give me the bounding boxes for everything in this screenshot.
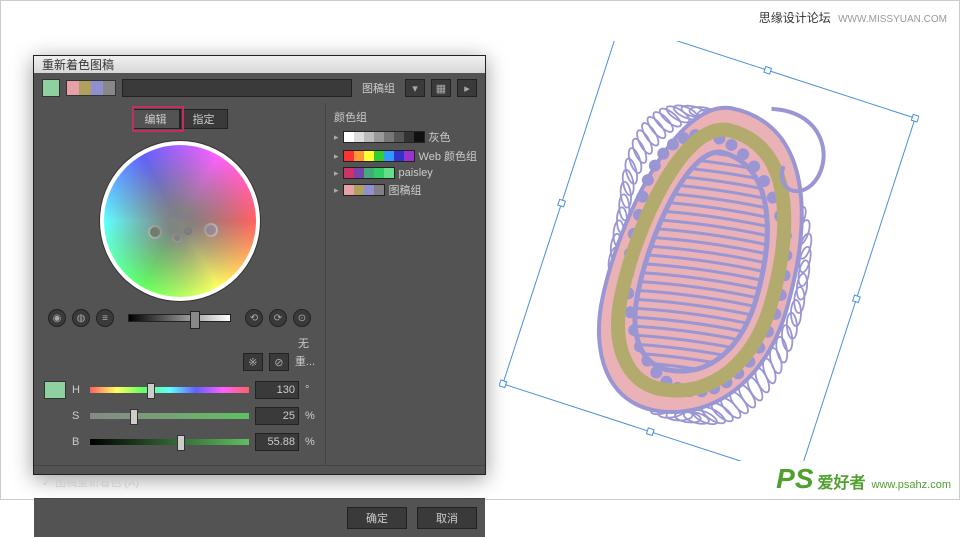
hue-input[interactable] xyxy=(255,381,299,399)
selection-handle[interactable] xyxy=(647,428,655,436)
artwork-canvas[interactable] xyxy=(499,41,919,461)
lock-icon[interactable]: ⊙ xyxy=(293,309,311,327)
color-group-row[interactable]: ▸ paisley xyxy=(334,167,477,179)
watermark-bottom: PS 爱好者 www.psahz.com xyxy=(776,463,951,495)
group-name-label: 图稿组 xyxy=(389,182,422,198)
group-swatch-strip xyxy=(343,184,385,196)
watermark-zh: 爱好者 xyxy=(818,469,866,493)
watermark-bottom-url: www.psahz.com xyxy=(872,479,951,491)
bars-icon[interactable]: ≡ xyxy=(96,309,114,327)
wheel-mode-controls: ◉ ◍ ≡ ⟲ ⟳ ⊙ xyxy=(44,301,315,335)
cancel-button[interactable]: 取消 xyxy=(417,507,477,529)
sat-unit: % xyxy=(305,410,315,422)
unlink-icon[interactable]: ⟳ xyxy=(269,309,287,327)
brightness-input[interactable] xyxy=(255,433,299,451)
left-panel: 编辑 指定 ◉ ◍ ≡ ⟲ ⟳ ⊙ 无 xyxy=(34,103,325,465)
group-name-label: 灰色 xyxy=(429,129,451,145)
selection-handle[interactable] xyxy=(558,199,566,207)
saturation-slider[interactable] xyxy=(90,413,249,419)
paisley-artwork[interactable] xyxy=(572,77,833,444)
watermark-top: 思缘设计论坛 WWW.MISSYUAN.COM xyxy=(759,9,947,26)
color-groups-panel: 颜色组 ▸ 灰色 ▸ Web 颜色组 ▸ paisley ▸ 图稿组 xyxy=(325,103,485,465)
hue-unit: ° xyxy=(305,384,315,396)
sat-label: S xyxy=(72,410,84,422)
smooth-wheel-icon[interactable]: ◉ xyxy=(48,309,66,327)
hue-label: H xyxy=(72,384,84,396)
color-group-row[interactable]: ▸ 灰色 xyxy=(334,129,477,145)
saturation-input[interactable] xyxy=(255,407,299,425)
recolor-checkbox-row: ✓ 图稿重新着色 (A) xyxy=(34,465,485,498)
artwork-swatches[interactable] xyxy=(66,80,116,96)
tab-assign[interactable]: 指定 xyxy=(180,109,228,129)
expand-icon[interactable]: ▸ xyxy=(334,151,339,162)
color-group-row[interactable]: ▸ Web 颜色组 xyxy=(334,148,477,164)
remove-color-icon[interactable]: ⊘ xyxy=(269,353,289,371)
bri-unit: % xyxy=(305,436,315,448)
wheel-color-marker[interactable] xyxy=(204,223,218,237)
selection-handle[interactable] xyxy=(911,114,919,122)
ok-button[interactable]: 确定 xyxy=(347,507,407,529)
expand-icon[interactable]: ▸ xyxy=(334,168,339,179)
watermark-top-url: WWW.MISSYUAN.COM xyxy=(838,14,947,25)
active-color-swatch[interactable] xyxy=(42,79,60,97)
none-label: 无 xyxy=(44,335,315,351)
brightness-slider[interactable] xyxy=(128,314,231,322)
save-group-icon[interactable]: ▸ xyxy=(457,79,477,97)
dialog-titlebar[interactable]: 重新着色图稿 xyxy=(34,56,485,73)
dialog-footer: 确定 取消 xyxy=(34,498,485,537)
tabs: 编辑 指定 xyxy=(44,109,315,129)
recolor-dialog: 重新着色图稿 图稿组 ▾ ▦ ▸ 编辑 指定 xyxy=(33,55,486,475)
watermark-top-text: 思缘设计论坛 xyxy=(759,11,831,25)
color-wheel[interactable] xyxy=(100,141,260,301)
add-color-icon[interactable]: ※ xyxy=(243,353,263,371)
hsb-preview-swatch[interactable] xyxy=(44,381,66,399)
selection-handle[interactable] xyxy=(853,295,861,303)
reset-label[interactable]: 重... xyxy=(295,353,315,371)
link-icon[interactable]: ⟲ xyxy=(245,309,263,327)
folder-icon[interactable]: ▦ xyxy=(431,79,451,97)
hue-slider[interactable] xyxy=(90,387,249,393)
wheel-color-marker[interactable] xyxy=(148,225,162,239)
preset-label: 图稿组 xyxy=(358,80,399,96)
color-group-row[interactable]: ▸ 图稿组 xyxy=(334,182,477,198)
bri-label: B xyxy=(72,436,84,448)
selection-handle[interactable] xyxy=(764,67,772,75)
recolor-checkbox-label: 图稿重新着色 (A) xyxy=(55,474,139,490)
group-name-label: Web 颜色组 xyxy=(419,148,477,164)
group-swatch-strip xyxy=(343,167,395,179)
group-swatch-strip xyxy=(343,150,415,162)
brightness-value-slider[interactable] xyxy=(90,439,249,445)
expand-icon[interactable]: ▸ xyxy=(334,185,339,196)
selection-handle[interactable] xyxy=(499,380,507,388)
tab-edit[interactable]: 编辑 xyxy=(132,109,180,129)
watermark-ps: PS xyxy=(776,463,813,495)
wheel-color-marker[interactable] xyxy=(184,227,192,235)
wheel-color-marker[interactable] xyxy=(172,233,182,243)
dialog-title: 重新着色图稿 xyxy=(42,56,114,73)
expand-icon[interactable]: ▸ xyxy=(334,132,339,143)
group-name-label: paisley xyxy=(399,167,433,179)
group-swatch-strip xyxy=(343,131,425,143)
colors-menu-icon[interactable]: ▾ xyxy=(405,79,425,97)
preset-dropdown[interactable] xyxy=(122,79,352,97)
dialog-toolbar: 图稿组 ▾ ▦ ▸ xyxy=(34,73,485,103)
checkbox-icon[interactable]: ✓ xyxy=(42,476,51,489)
segmented-wheel-icon[interactable]: ◍ xyxy=(72,309,90,327)
color-groups-header: 颜色组 xyxy=(334,109,477,125)
